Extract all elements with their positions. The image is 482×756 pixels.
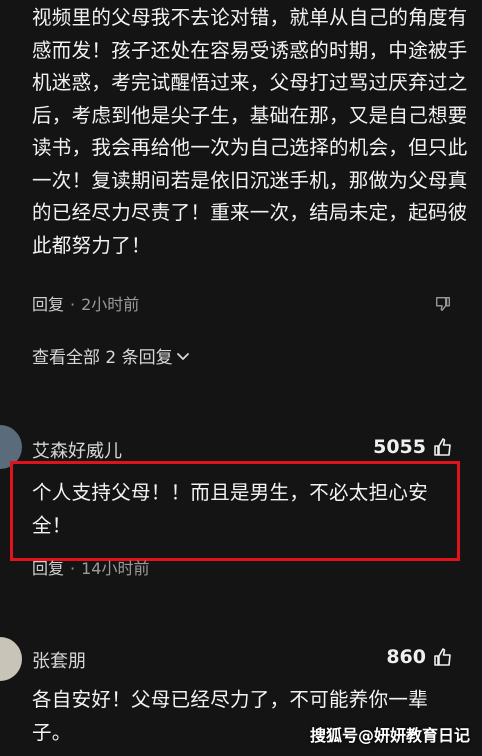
chevron-down-icon <box>176 352 189 360</box>
thumb-down-icon[interactable] <box>434 295 452 313</box>
thumb-up-icon <box>434 438 451 456</box>
like-button[interactable]: 860 <box>386 646 454 668</box>
comment-time: 2小时前 <box>81 295 140 314</box>
comment-meta: 回复 · 2小时前 <box>32 291 139 315</box>
username[interactable]: 张套朋 <box>32 647 86 673</box>
separator-dot: · <box>70 295 76 314</box>
like-button[interactable]: 5055 <box>373 436 454 458</box>
comment-meta: 回复 · 14小时前 <box>32 555 149 579</box>
thumb-up-icon <box>434 648 451 666</box>
like-count: 860 <box>386 646 426 668</box>
reply-button[interactable]: 回复 <box>32 295 64 314</box>
view-all-label: 查看全部 2 条回复 <box>32 348 173 368</box>
reply-button[interactable]: 回复 <box>32 559 64 578</box>
comment-time: 14小时前 <box>81 559 150 578</box>
highlight-box <box>10 461 460 561</box>
username[interactable]: 艾森好威儿 <box>32 437 122 463</box>
avatar[interactable] <box>0 637 22 681</box>
watermark: 搜狐号@妍妍教育日记 <box>309 726 470 745</box>
comment-text: 视频里的父母我不去论对错，就单从自己的角度有感而发！孩子还处在容易受诱惑的时期，… <box>32 6 468 257</box>
view-all-replies-button[interactable]: 查看全部 2 条回复 <box>32 343 190 368</box>
like-count: 5055 <box>373 436 426 458</box>
separator-dot: · <box>70 559 76 578</box>
